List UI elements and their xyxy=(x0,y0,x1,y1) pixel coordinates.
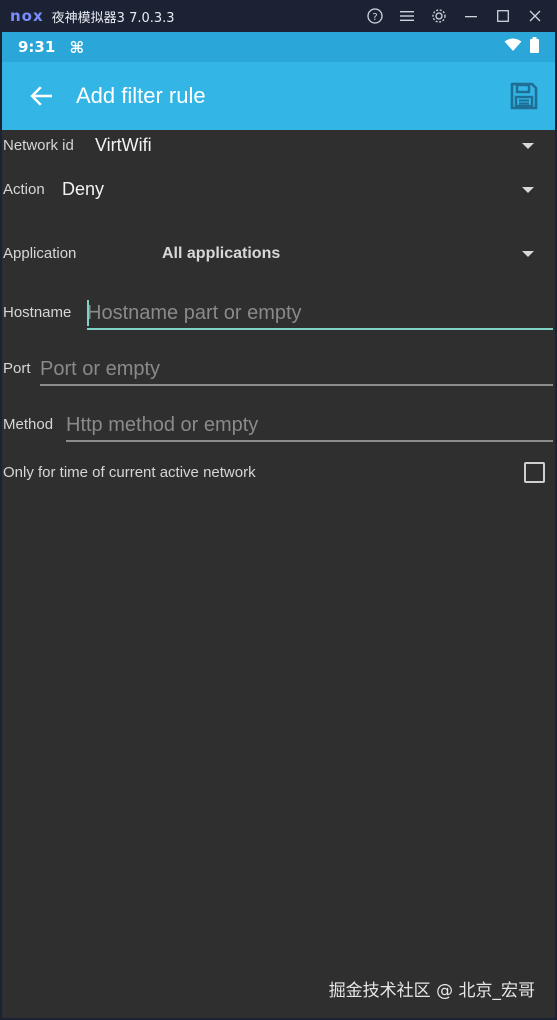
application-row[interactable]: Application All applications xyxy=(2,238,555,272)
status-bar: 9:31 ⌘ xyxy=(2,32,555,62)
battery-icon xyxy=(530,37,539,57)
only-current-network-row[interactable]: Only for time of current active network xyxy=(2,460,555,490)
port-underline xyxy=(40,384,553,386)
close-icon[interactable] xyxy=(519,0,551,32)
application-label: Application xyxy=(3,245,77,262)
page-title: Add filter rule xyxy=(76,83,206,108)
method-label: Method xyxy=(3,416,54,433)
hostname-input[interactable]: Hostname part or empty xyxy=(87,296,553,330)
network-id-dropdown-icon[interactable] xyxy=(522,143,534,149)
app-bar: Add filter rule xyxy=(2,62,555,130)
only-current-network-checkbox[interactable] xyxy=(524,462,545,483)
maximize-icon[interactable] xyxy=(487,0,519,32)
network-id-row[interactable]: Network id VirtWifi xyxy=(2,130,555,164)
application-spinner[interactable]: All applications xyxy=(162,245,280,263)
method-placeholder: Http method or empty xyxy=(66,414,259,436)
method-input[interactable]: Http method or empty xyxy=(66,408,553,442)
action-label: Action xyxy=(3,181,45,198)
text-cursor xyxy=(87,300,89,326)
hostname-underline xyxy=(87,328,553,330)
settings-icon[interactable] xyxy=(423,0,455,32)
port-input[interactable]: Port or empty xyxy=(40,352,553,386)
network-id-spinner[interactable]: VirtWifi xyxy=(95,135,152,156)
only-current-network-label: Only for time of current active network xyxy=(3,464,256,481)
command-icon: ⌘ xyxy=(69,37,85,57)
back-arrow-icon[interactable] xyxy=(24,79,58,113)
emulator-title-bar: nox 夜神模拟器3 7.0.3.3 ? xyxy=(0,0,557,32)
hostname-row: Hostname Hostname part or empty xyxy=(2,294,555,334)
minimize-icon[interactable] xyxy=(455,0,487,32)
network-id-label: Network id xyxy=(3,137,74,154)
action-row[interactable]: Action Deny xyxy=(2,174,555,208)
port-label: Port xyxy=(3,360,31,377)
watermark: 掘金技术社区 @ 北京_宏哥 xyxy=(328,981,535,1001)
save-icon[interactable] xyxy=(507,79,541,113)
port-placeholder: Port or empty xyxy=(40,358,161,380)
hostname-placeholder: Hostname part or empty xyxy=(87,302,302,324)
method-underline xyxy=(66,440,553,442)
menu-icon[interactable] xyxy=(391,0,423,32)
action-spinner[interactable]: Deny xyxy=(62,179,104,200)
method-row: Method Http method or empty xyxy=(2,406,555,446)
help-icon[interactable]: ? xyxy=(359,0,391,32)
status-time: 9:31 xyxy=(18,38,56,56)
android-screen: 9:31 ⌘ Add filter rule Network id VirtWi… xyxy=(0,32,557,1020)
window-controls: ? xyxy=(359,0,551,32)
hostname-label: Hostname xyxy=(3,304,72,321)
nox-logo: nox xyxy=(10,7,44,25)
emulator-title: 夜神模拟器3 7.0.3.3 xyxy=(51,10,175,26)
wifi-icon xyxy=(504,38,522,56)
port-row: Port Port or empty xyxy=(2,350,555,390)
svg-text:?: ? xyxy=(372,12,377,23)
application-dropdown-icon[interactable] xyxy=(522,251,534,257)
action-dropdown-icon[interactable] xyxy=(522,187,534,193)
